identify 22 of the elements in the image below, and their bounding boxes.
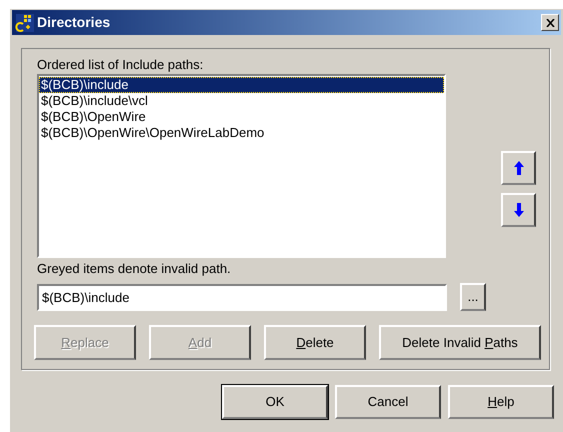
path-list[interactable]: $(BCB)\include $(BCB)\include\vcl $(BCB)\OpenWire $(BCB)\OpenWire\OpenWireLabDemo	[37, 74, 446, 258]
path-list-item[interactable]: $(BCB)\include\vcl	[39, 93, 444, 109]
dialog-button[interactable]: Help	[448, 385, 554, 419]
action-button[interactable]: Delete	[264, 325, 366, 360]
path-list-item[interactable]: $(BCB)\include	[39, 77, 444, 93]
arrow-up-icon	[514, 161, 524, 175]
dialog-button[interactable]: OK	[222, 385, 328, 419]
close-button[interactable]	[541, 14, 559, 31]
move-down-button[interactable]	[501, 193, 536, 227]
arrow-down-icon	[514, 203, 524, 217]
list-label: Ordered list of Include paths:	[37, 57, 204, 73]
move-up-button[interactable]	[501, 151, 536, 185]
window-title: Directories	[37, 13, 110, 32]
browse-button[interactable]: ...	[460, 283, 486, 311]
path-list-item[interactable]: $(BCB)\OpenWire	[39, 109, 444, 125]
close-icon	[546, 18, 554, 26]
path-list-item[interactable]: $(BCB)\OpenWire\OpenWireLabDemo	[39, 125, 444, 141]
path-input-field[interactable]: $(BCB)\include	[37, 284, 447, 310]
hint-text: Greyed items denote invalid path.	[37, 261, 232, 277]
app-icon	[15, 12, 35, 32]
action-button[interactable]: Delete Invalid Paths	[379, 325, 541, 360]
dialog-button[interactable]: Cancel	[335, 385, 441, 419]
